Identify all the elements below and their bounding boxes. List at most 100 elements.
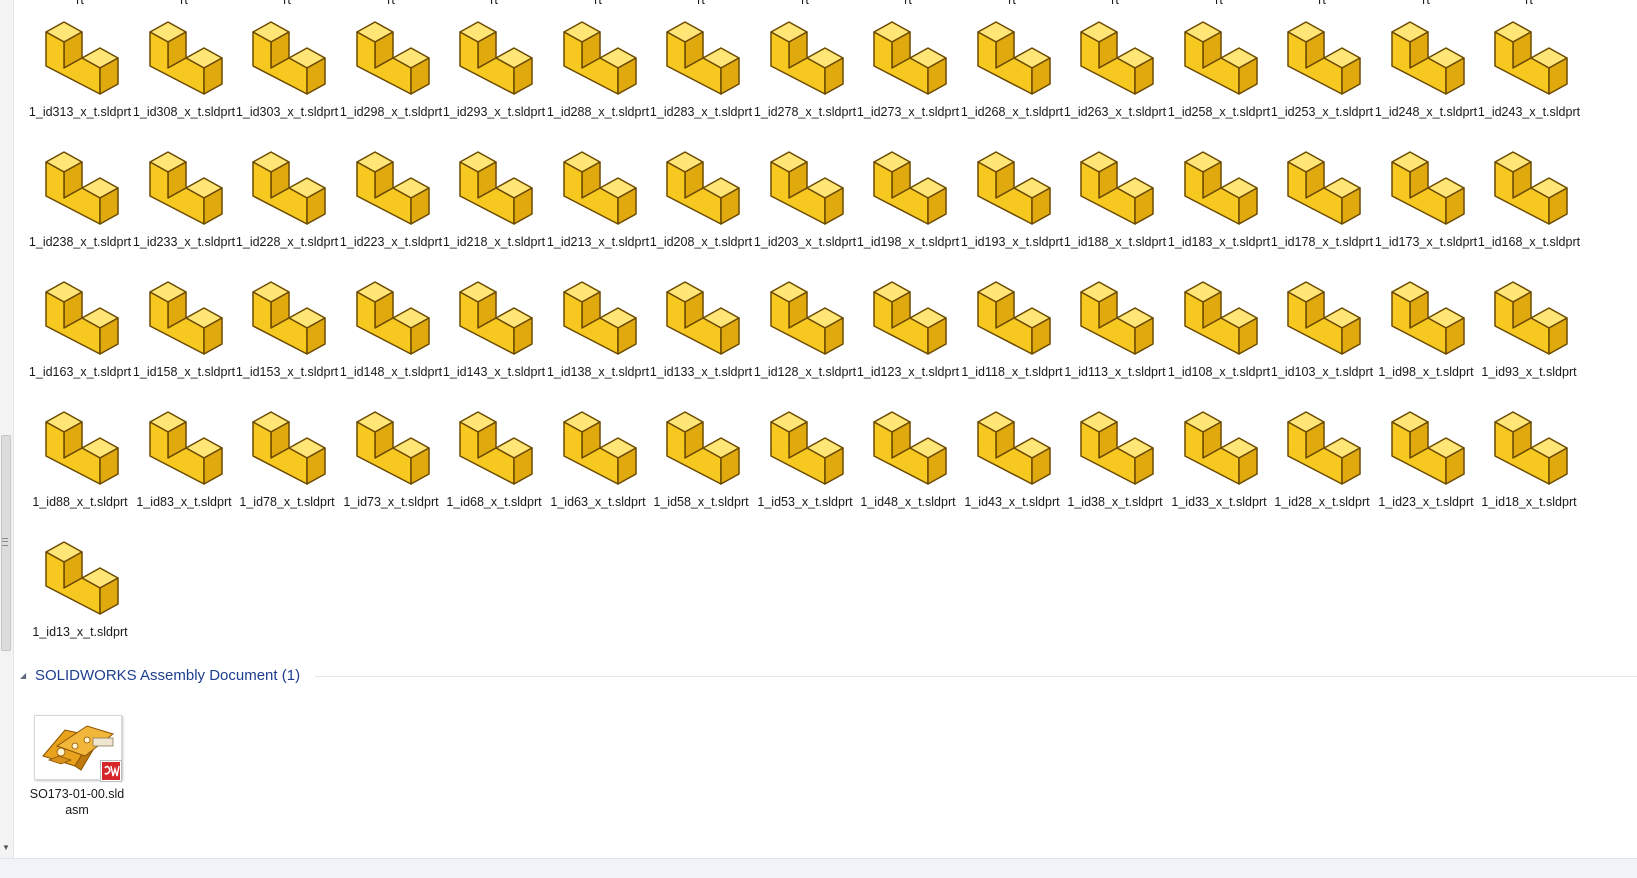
file-item-part[interactable]: 1_id268_x_t.sldprt <box>959 0 1065 130</box>
file-name: 1_id108_x_t.sldprt <box>1167 365 1271 379</box>
file-item-part[interactable]: 1_id88_x_t.sldprt <box>27 390 133 520</box>
file-item-part[interactable]: 1_id273_x_t.sldprt <box>855 0 961 130</box>
file-item-part[interactable]: 1_id263_x_t.sldprt <box>1062 0 1168 130</box>
vertical-scrollbar[interactable]: ▼ <box>0 0 14 858</box>
file-item-part[interactable]: 1_id238_x_t.sldprt <box>27 130 133 260</box>
file-item-part[interactable]: 1_id98_x_t.sldprt <box>1373 260 1479 390</box>
file-item-part[interactable]: 1_id83_x_t.sldprt <box>131 390 237 520</box>
file-item-part[interactable]: 1_id78_x_t.sldprt <box>234 390 340 520</box>
file-item-part[interactable]: 1_id178_x_t.sldprt <box>1269 130 1375 260</box>
solidworks-part-icon <box>1384 274 1468 362</box>
file-item-part[interactable]: 1_id148_x_t.sldprt <box>338 260 444 390</box>
file-name: 1_id258_x_t.sldprt <box>1167 105 1271 119</box>
file-item-part[interactable]: 1_id223_x_t.sldprt <box>338 130 444 260</box>
file-item-part[interactable]: 1_id293_x_t.sldprt <box>441 0 547 130</box>
file-item-part[interactable]: 1_id298_x_t.sldprt <box>338 0 444 130</box>
solidworks-part-icon <box>970 274 1054 362</box>
file-item-part[interactable]: 1_id153_x_t.sldprt <box>234 260 340 390</box>
file-item-part[interactable]: 1_id93_x_t.sldprt <box>1476 260 1582 390</box>
file-item-part[interactable]: 1_id33_x_t.sldprt <box>1166 390 1272 520</box>
file-item-part[interactable]: 1_id103_x_t.sldprt <box>1269 260 1375 390</box>
file-item-part[interactable]: 1_id253_x_t.sldprt <box>1269 0 1375 130</box>
file-item-part[interactable]: 1_id313_x_t.sldprt <box>27 0 133 130</box>
file-item-part[interactable]: 1_id258_x_t.sldprt <box>1166 0 1272 130</box>
solidworks-part-icon <box>142 144 226 232</box>
solidworks-part-icon <box>1073 14 1157 102</box>
file-name: 1_id178_x_t.sldprt <box>1270 235 1374 249</box>
file-item-assembly[interactable]: SO173-01-00.sldasm <box>27 712 133 822</box>
file-item-part[interactable]: 1_id128_x_t.sldprt <box>752 260 858 390</box>
file-item-part[interactable]: 1_id13_x_t.sldprt <box>27 520 133 650</box>
file-item-part[interactable]: 1_id283_x_t.sldprt <box>648 0 754 130</box>
solidworks-part-icon <box>452 274 536 362</box>
file-item-part[interactable]: 1_id53_x_t.sldprt <box>752 390 858 520</box>
file-item-part[interactable]: 1_id228_x_t.sldprt <box>234 130 340 260</box>
file-name: 1_id83_x_t.sldprt <box>136 495 232 509</box>
file-item-part[interactable]: 1_id308_x_t.sldprt <box>131 0 237 130</box>
file-name: 1_id268_x_t.sldprt <box>960 105 1064 119</box>
file-item-part[interactable]: 1_id218_x_t.sldprt <box>441 130 547 260</box>
collapse-triangle-icon[interactable]: ◢ <box>20 671 30 681</box>
file-item-part[interactable]: 1_id38_x_t.sldprt <box>1062 390 1168 520</box>
file-item-part[interactable]: 1_id123_x_t.sldprt <box>855 260 961 390</box>
solidworks-part-icon <box>763 404 847 492</box>
file-item-part[interactable]: 1_id188_x_t.sldprt <box>1062 130 1168 260</box>
file-item-part[interactable]: 1_id203_x_t.sldprt <box>752 130 858 260</box>
file-item-part[interactable]: 1_id113_x_t.sldprt <box>1062 260 1168 390</box>
file-name: 1_id303_x_t.sldprt <box>235 105 339 119</box>
file-name: 1_id43_x_t.sldprt <box>964 495 1060 509</box>
group-title[interactable]: SOLIDWORKS Assembly Document (1) <box>35 666 300 686</box>
file-name: 1_id148_x_t.sldprt <box>339 365 443 379</box>
file-item-part[interactable]: 1_id28_x_t.sldprt <box>1269 390 1375 520</box>
solidworks-part-icon <box>142 14 226 102</box>
file-name: 1_id203_x_t.sldprt <box>753 235 857 249</box>
solidworks-part-icon <box>659 404 743 492</box>
file-item-part[interactable]: 1_id108_x_t.sldprt <box>1166 260 1272 390</box>
group-header-assembly[interactable]: ◢ SOLIDWORKS Assembly Document (1) <box>20 664 1637 688</box>
file-item-part[interactable]: 1_id48_x_t.sldprt <box>855 390 961 520</box>
file-item-part[interactable]: 1_id278_x_t.sldprt <box>752 0 858 130</box>
solidworks-part-icon <box>1073 404 1157 492</box>
file-item-part[interactable]: 1_id58_x_t.sldprt <box>648 390 754 520</box>
file-item-part[interactable]: 1_id118_x_t.sldprt <box>959 260 1065 390</box>
file-name: 1_id128_x_t.sldprt <box>753 365 857 379</box>
file-item-part[interactable]: 1_id43_x_t.sldprt <box>959 390 1065 520</box>
file-item-part[interactable]: 1_id133_x_t.sldprt <box>648 260 754 390</box>
file-name: 1_id113_x_t.sldprt <box>1064 365 1166 379</box>
file-item-part[interactable]: 1_id163_x_t.sldprt <box>27 260 133 390</box>
file-item-part[interactable]: 1_id208_x_t.sldprt <box>648 130 754 260</box>
file-item-part[interactable]: 1_id173_x_t.sldprt <box>1373 130 1479 260</box>
file-name: 1_id228_x_t.sldprt <box>235 235 339 249</box>
file-item-part[interactable]: 1_id183_x_t.sldprt <box>1166 130 1272 260</box>
solidworks-part-icon <box>866 404 950 492</box>
file-item-part[interactable]: 1_id18_x_t.sldprt <box>1476 390 1582 520</box>
file-item-part[interactable]: 1_id73_x_t.sldprt <box>338 390 444 520</box>
file-item-part[interactable]: 1_id143_x_t.sldprt <box>441 260 547 390</box>
solidworks-part-icon <box>1384 404 1468 492</box>
solidworks-part-icon <box>970 404 1054 492</box>
file-item-part[interactable]: 1_id248_x_t.sldprt <box>1373 0 1479 130</box>
status-bar <box>0 858 1637 878</box>
file-item-part[interactable]: 1_id168_x_t.sldprt <box>1476 130 1582 260</box>
file-item-part[interactable]: 1_id233_x_t.sldprt <box>131 130 237 260</box>
file-item-part[interactable]: 1_id23_x_t.sldprt <box>1373 390 1479 520</box>
scroll-down-arrow-icon[interactable]: ▼ <box>1 842 11 854</box>
file-item-part[interactable]: 1_id213_x_t.sldprt <box>545 130 651 260</box>
file-name: 1_id118_x_t.sldprt <box>961 365 1063 379</box>
file-item-part[interactable]: 1_id288_x_t.sldprt <box>545 0 651 130</box>
file-item-part[interactable]: 1_id138_x_t.sldprt <box>545 260 651 390</box>
file-item-part[interactable]: 1_id63_x_t.sldprt <box>545 390 651 520</box>
file-item-part[interactable]: 1_id243_x_t.sldprt <box>1476 0 1582 130</box>
file-item-part[interactable]: 1_id303_x_t.sldprt <box>234 0 340 130</box>
file-item-part[interactable]: 1_id68_x_t.sldprt <box>441 390 547 520</box>
file-name: 1_id308_x_t.sldprt <box>132 105 236 119</box>
solidworks-part-icon <box>349 14 433 102</box>
solidworks-part-icon <box>970 144 1054 232</box>
file-item-part[interactable]: 1_id198_x_t.sldprt <box>855 130 961 260</box>
file-name: 1_id218_x_t.sldprt <box>442 235 546 249</box>
solidworks-part-icon <box>1073 274 1157 362</box>
file-name: 1_id58_x_t.sldprt <box>653 495 749 509</box>
solidworks-part-icon <box>763 14 847 102</box>
file-item-part[interactable]: 1_id193_x_t.sldprt <box>959 130 1065 260</box>
file-item-part[interactable]: 1_id158_x_t.sldprt <box>131 260 237 390</box>
